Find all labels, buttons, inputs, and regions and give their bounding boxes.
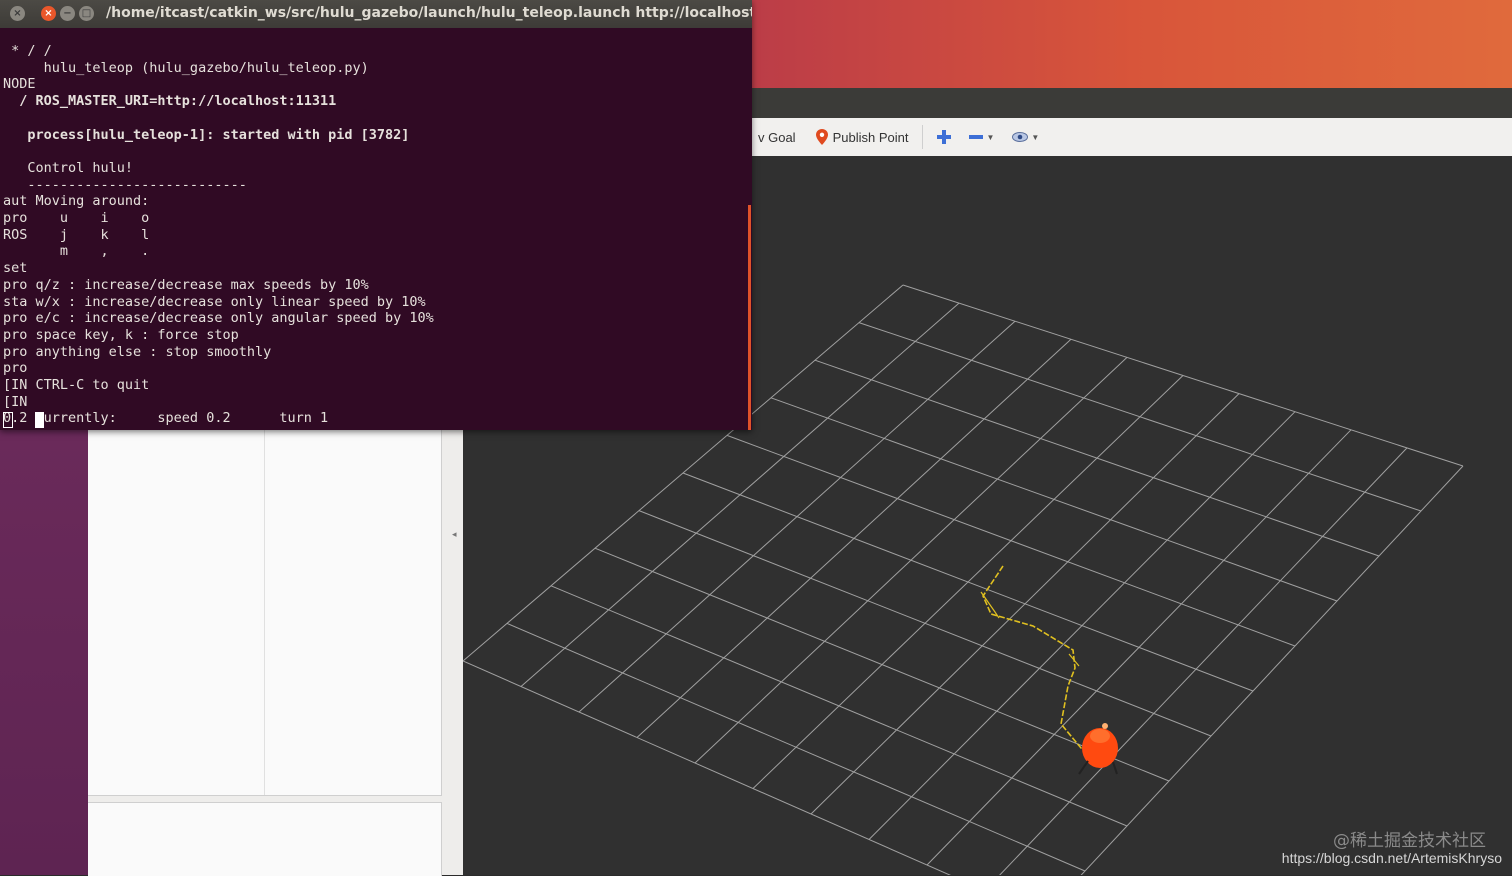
watermark-url: https://blog.csdn.net/ArtemisKhryso [1281,850,1502,866]
terminal-line: Control hulu! [3,159,134,176]
terminal-line: pro anything else : stop smoothly [3,343,272,360]
robot-model [1078,723,1118,775]
odometry-path [982,565,1104,757]
terminal-line: ROS j k l [3,226,150,243]
terminal-line: * / / [3,43,52,59]
map-pin-icon [815,129,828,145]
terminal-line: aut Moving around: [3,193,150,210]
terminal-line: pro e/c : increase/decrease only angular… [3,310,434,327]
maximize-icon[interactable]: □ [79,6,94,21]
desktop-background [0,430,88,875]
panel-collapse-handle[interactable]: ◂ [452,530,460,542]
terminal-scrollbar[interactable] [748,205,751,430]
terminal-line: set [3,260,28,277]
odometry-path-trail [980,591,1000,619]
properties-panel[interactable] [88,802,442,876]
remove-tool-button[interactable]: ▼ [963,123,1000,151]
terminal-line: hulu_teleop (hulu_gazebo/hulu_teleop.py) [3,59,369,76]
terminal-line: pro space key, k : force stop [3,326,239,343]
displays-panel[interactable] [88,430,442,796]
terminal-cursor [35,412,44,428]
terminal-line: pro q/z : increase/decrease max speeds b… [3,276,369,293]
chevron-down-icon: ▼ [986,132,995,142]
window-title-text: /home/itcast/catkin_ws/src/hulu_gazebo/l… [106,5,752,21]
close-icon[interactable]: × [10,6,25,21]
nav-goal-tool[interactable]: v Goal [752,123,802,151]
terminal-line: [IN [3,393,28,410]
terminal-line: NODE [3,76,36,93]
minimize-icon[interactable]: − [60,6,75,21]
eye-icon [1012,132,1029,142]
terminal-window[interactable]: × × − □ /home/itcast/catkin_ws/src/hulu_… [0,0,752,430]
terminal-line: process[hulu_teleop-1]: started with pid… [3,126,410,143]
column-divider[interactable] [264,430,265,795]
plus-icon [937,130,952,144]
close-icon[interactable]: × [41,6,56,21]
terminal-line: [IN CTRL-C to quit [3,377,150,393]
terminal-cursor-inactive [3,412,13,428]
terminal-titlebar[interactable]: × × − □ /home/itcast/catkin_ws/src/hulu_… [0,0,752,28]
chevron-down-icon: ▼ [1031,132,1040,142]
terminal-line: sta w/x : increase/decrease only linear … [3,293,426,310]
terminal-output[interactable]: * / / hulu_teleop (hulu_gazebo/hulu_tele… [0,28,752,430]
nav-goal-label: v Goal [758,129,796,145]
rviz-titlebar [752,88,1512,118]
terminal-line: --------------------------- [3,176,247,193]
tool-visibility-button[interactable]: ▼ [1006,123,1045,151]
minus-icon [969,135,984,139]
toolbar-separator [922,125,924,149]
publish-point-tool[interactable]: Publish Point [810,123,915,151]
window-title: /home/itcast/catkin_ws/src/hulu_gazebo/l… [106,5,752,21]
terminal-line: pro u i o [3,210,150,226]
watermark-text: @稀土掘金技术社区 [1333,831,1486,851]
publish-point-label: Publish Point [832,129,909,145]
terminal-line: pro [3,360,28,377]
add-tool-button[interactable] [931,123,957,151]
terminal-line: / ROS_MASTER_URI=http://localhost:11311 [3,93,337,110]
terminal-line: 0.2 currently: speed 0.2 turn 1 [3,410,329,427]
terminal-line: m , . [3,243,150,260]
rviz-toolbar: v Goal Publish Point ▼ ▼ [752,118,1512,157]
